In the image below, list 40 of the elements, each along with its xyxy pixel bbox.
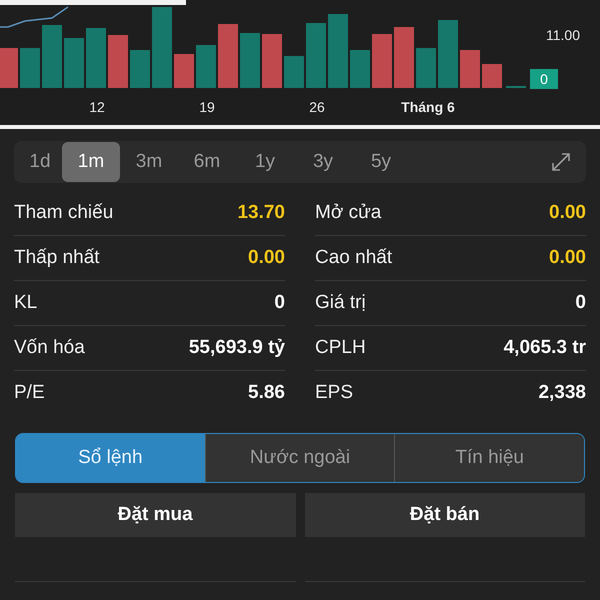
stat-value: 5.86: [248, 382, 285, 404]
stat-label: Tham chiếu: [14, 202, 114, 224]
axis-label: 12: [89, 99, 105, 115]
segment-tab[interactable]: Tín hiệu: [394, 434, 584, 482]
axis-label: 19: [199, 99, 215, 115]
expand-icon[interactable]: [550, 151, 572, 173]
stat-value: 0: [575, 292, 586, 314]
stat-label: Giá trị: [315, 292, 366, 314]
stat-value: 4,065.3 tr: [504, 337, 586, 359]
volume-badge: 0: [530, 69, 558, 89]
stat-value: 13.70: [237, 202, 285, 224]
stat-value: 0.00: [549, 202, 586, 224]
stat-label: KL: [14, 292, 38, 314]
buy-button[interactable]: Đặt mua: [15, 493, 296, 537]
period-tab[interactable]: 1y: [236, 142, 294, 182]
stat-label: P/E: [14, 382, 45, 404]
stat-value: 0: [274, 292, 285, 314]
stat-value: 2,338: [538, 382, 586, 404]
axis-label: 26: [309, 99, 325, 115]
period-tab[interactable]: 3y: [294, 142, 352, 182]
sell-button[interactable]: Đặt bán: [304, 493, 585, 537]
segment-tab[interactable]: Nước ngoài: [204, 434, 394, 482]
stat-value: 0.00: [549, 247, 586, 269]
stat-label: EPS: [315, 382, 354, 404]
stat-label: Thấp nhất: [14, 247, 100, 269]
axis-label: Tháng 6: [401, 99, 455, 115]
price-line: [0, 6, 68, 28]
period-tab[interactable]: 1d: [18, 142, 62, 182]
stat-label: Cao nhất: [315, 247, 392, 269]
price-axis-label: 11.00: [546, 27, 580, 43]
period-tab[interactable]: 3m: [120, 142, 178, 182]
segment-tab[interactable]: Sổ lệnh: [16, 434, 205, 482]
stat-label: Mở cửa: [315, 202, 382, 224]
stat-value: 0.00: [248, 247, 285, 269]
stat-label: CPLH: [315, 337, 366, 359]
period-tab[interactable]: 1m: [62, 142, 120, 182]
stat-value: 55,693.9 tỷ: [188, 337, 285, 359]
period-tab[interactable]: 5y: [352, 142, 410, 182]
stat-label: Vốn hóa: [14, 337, 85, 359]
period-tab[interactable]: 6m: [178, 142, 236, 182]
